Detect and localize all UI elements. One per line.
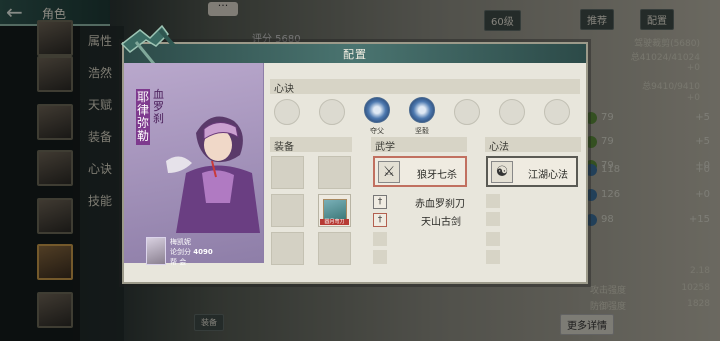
sword-icon: † xyxy=(373,195,387,209)
equip-slot[interactable] xyxy=(271,156,304,189)
config-modal: 配置 耶律弥勒 血罗刹 梅凯妮 论剑分 4090 帮 会 心诀 夺父 坚毅 装备… xyxy=(120,24,588,284)
heart-slot-label: 夺父 xyxy=(370,127,384,135)
heart-art-label: 心诀 xyxy=(274,84,294,95)
modal-header: 配置 xyxy=(124,44,586,63)
meditation-icon: ☯ xyxy=(491,161,513,183)
character-illustration xyxy=(166,116,260,233)
martial-sub-label: 赤血罗刹刀 xyxy=(415,199,465,210)
sword-icon: † xyxy=(373,213,387,227)
heart-slot-filled[interactable] xyxy=(409,97,435,123)
mind-slot-empty[interactable] xyxy=(486,194,500,208)
heart-slot-empty[interactable] xyxy=(274,99,300,125)
martial-slot-empty[interactable] xyxy=(373,250,387,264)
mind-method-label: 心法 xyxy=(489,142,509,153)
equip-slot[interactable] xyxy=(318,156,351,189)
martial-main-label: 狼牙七杀 xyxy=(417,170,457,181)
martial-slot-empty[interactable] xyxy=(373,232,387,246)
martial-main-skill[interactable]: ⚔ 狼牙七杀 xyxy=(373,156,467,187)
heart-slot-filled[interactable] xyxy=(364,97,390,123)
character-info-name: 梅凯妮 xyxy=(170,238,191,246)
mind-slot-empty[interactable] xyxy=(486,232,500,246)
mind-slot-empty[interactable] xyxy=(486,250,500,264)
character-name: 耶律弥勒 xyxy=(136,89,150,145)
equipment-section: 装备 xyxy=(270,137,352,153)
character-rating: 论剑分 4090 xyxy=(170,247,213,257)
heart-slot-empty[interactable] xyxy=(499,99,525,125)
martial-sub-skill[interactable]: † 天山古剑 xyxy=(373,212,483,228)
character-card: 耶律弥勒 血罗刹 梅凯妮 论剑分 4090 帮 会 xyxy=(124,63,264,266)
martial-section: 武学 xyxy=(371,137,467,153)
martial-label: 武学 xyxy=(375,142,395,153)
equipment-label: 装备 xyxy=(274,142,294,153)
martial-sub-skill[interactable]: † 赤血罗刹刀 xyxy=(373,194,483,210)
equip-slot[interactable] xyxy=(318,232,351,265)
character-guild: 帮 会 xyxy=(170,258,187,266)
heart-slot-empty[interactable] xyxy=(454,99,480,125)
equip-slot[interactable] xyxy=(271,194,304,227)
character-info: 梅凯妮 论剑分 4090 帮 会 xyxy=(146,237,246,269)
mind-method-section: 心法 xyxy=(485,137,581,153)
heart-slot-label: 坚毅 xyxy=(415,127,429,135)
equip-slot-weapon[interactable]: 圆月弯刀 xyxy=(318,194,351,227)
weapon-icon xyxy=(323,199,347,221)
heart-art-section: 心诀 xyxy=(270,79,580,95)
mind-main-skill[interactable]: ☯ 江湖心法 xyxy=(486,156,578,187)
weapon-tag: 圆月弯刀 xyxy=(320,219,349,225)
martial-skill-icon: ⚔ xyxy=(378,161,400,183)
heart-slot-empty[interactable] xyxy=(544,99,570,125)
mind-main-label: 江湖心法 xyxy=(528,170,568,181)
martial-sub-label: 天山古剑 xyxy=(421,217,461,228)
modal-title: 配置 xyxy=(343,48,367,61)
equip-slot[interactable] xyxy=(271,232,304,265)
mind-slot-empty[interactable] xyxy=(486,212,500,226)
rating-value: 4090 xyxy=(193,248,213,256)
rating-label: 论剑分 xyxy=(170,248,191,256)
character-portrait xyxy=(146,237,166,265)
heart-slot-empty[interactable] xyxy=(319,99,345,125)
